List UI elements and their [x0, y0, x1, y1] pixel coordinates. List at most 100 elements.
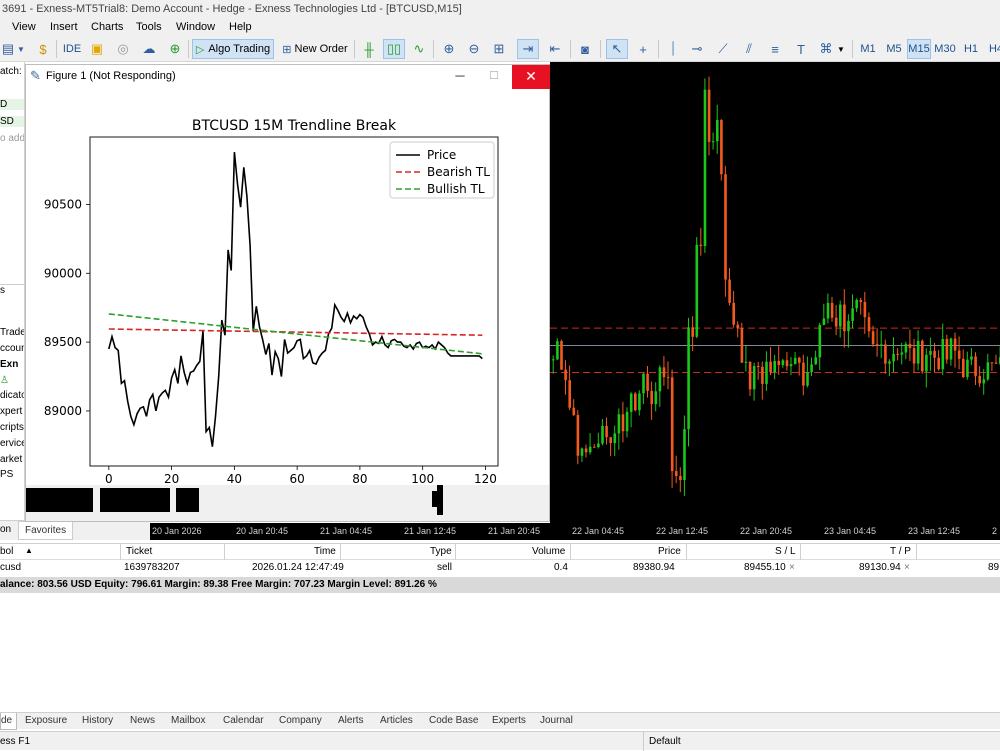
signals-icon[interactable]: ◎ — [114, 39, 132, 59]
navigator-tab-favorites[interactable]: Favorites — [18, 521, 74, 540]
nav-item[interactable]: Trade — [0, 327, 24, 338]
candle-body — [769, 361, 772, 373]
tab-exposure[interactable]: Exposure — [25, 715, 67, 726]
menu-view[interactable]: View — [12, 21, 36, 33]
timeframe-m5[interactable]: M5 — [883, 39, 905, 59]
horizontal-line-icon[interactable]: ⊸ — [688, 39, 706, 59]
minimize-icon[interactable]: ─ — [449, 65, 471, 89]
tab-calendar[interactable]: Calendar — [223, 715, 264, 726]
candle-body — [847, 320, 850, 332]
tile-windows-icon[interactable]: ⊞ — [490, 39, 508, 59]
candle-body — [687, 327, 690, 430]
timeframe-m15[interactable]: M15 — [907, 39, 931, 59]
close-icon[interactable]: ✕ — [512, 65, 550, 89]
candlestick-chart-icon[interactable]: ▯▯ — [383, 39, 405, 59]
tab-articles[interactable]: Articles — [380, 715, 413, 726]
col-symbol[interactable]: bol — [0, 546, 13, 557]
nav-item[interactable]: ervice — [0, 438, 24, 449]
col-ticket[interactable]: Ticket — [126, 546, 152, 557]
col-price[interactable]: Price — [658, 546, 681, 557]
shopping-bag-icon[interactable]: ▣ — [88, 39, 106, 59]
nav-item[interactable]: xpert — [0, 406, 22, 417]
chart-shift-icon[interactable]: ⇤ — [545, 39, 565, 59]
tab-experts[interactable]: Experts — [492, 715, 526, 726]
vps-icon[interactable]: ⊕ — [166, 39, 184, 59]
candle-body — [929, 350, 932, 355]
new-order-button[interactable]: ⊞ New Order — [280, 39, 350, 59]
menu-tools[interactable]: Tools — [136, 21, 162, 33]
maximize-icon[interactable]: ☐ — [483, 65, 505, 89]
vertical-line-icon[interactable]: ⏐ — [664, 39, 682, 59]
crosshair-icon[interactable]: + — [634, 39, 652, 59]
figure-titlebar[interactable]: ✎ Figure 1 (Not Responding) ─ ☐ ✕ — [26, 65, 550, 89]
nav-item[interactable]: ccoun — [0, 343, 24, 354]
col-type[interactable]: Type — [430, 546, 452, 557]
shapes-icon[interactable]: ⌘ — [816, 39, 836, 59]
zoom-out-icon[interactable]: ⊖ — [465, 39, 483, 59]
remove-sl-icon[interactable]: × — [789, 562, 795, 573]
timeframe-m30[interactable]: M30 — [932, 39, 958, 59]
zoom-in-icon[interactable]: ⊕ — [440, 39, 458, 59]
candle-body — [703, 89, 707, 247]
tab-company[interactable]: Company — [279, 715, 322, 726]
trendline-icon[interactable]: ⟋ — [714, 39, 732, 59]
menu-help[interactable]: Help — [229, 21, 252, 33]
line-chart-icon[interactable]: ∿ — [410, 39, 428, 59]
col-tp[interactable]: T / P — [890, 546, 911, 557]
tab-code-base[interactable]: Code Base — [429, 715, 478, 726]
tab-history[interactable]: History — [82, 715, 113, 726]
ide-button[interactable]: IDE — [62, 39, 82, 59]
tab-mailbox[interactable]: Mailbox — [171, 715, 205, 726]
x-tick-label: 40 — [227, 472, 242, 485]
menu-window[interactable]: Window — [176, 21, 215, 33]
fibonacci-icon[interactable]: ≡ — [766, 39, 784, 59]
candle-body — [748, 361, 752, 390]
auto-scroll-icon[interactable]: ⇥ — [517, 39, 539, 59]
tab-trade[interactable]: de — [0, 713, 18, 730]
timeframe-h4[interactable]: H4 — [986, 39, 1000, 59]
col-volume[interactable]: Volume — [532, 546, 565, 557]
candle-body — [945, 338, 949, 360]
time-axis-label: 21 Jan 12:45 — [404, 526, 457, 536]
menu-insert[interactable]: Insert — [50, 21, 78, 33]
nav-item[interactable]: arket — [0, 454, 22, 465]
text-tool-icon[interactable]: T — [792, 39, 810, 59]
nav-item[interactable]: PS — [0, 469, 13, 480]
market-watch-label: atch: 1 — [0, 66, 24, 77]
timeframe-h1[interactable]: H1 — [961, 39, 981, 59]
add-symbol-label[interactable]: o add — [0, 133, 24, 144]
cloud-icon[interactable]: ☁ — [140, 39, 158, 59]
tab-news[interactable]: News — [130, 715, 155, 726]
watch-row[interactable]: D — [0, 99, 24, 110]
cursor-icon[interactable]: ↖ — [606, 39, 628, 59]
watch-tab[interactable]: s — [0, 284, 24, 296]
col-sl[interactable]: S / L — [775, 546, 796, 557]
watch-row[interactable]: SD — [0, 116, 24, 127]
bar-chart-icon[interactable]: ╫ — [360, 39, 378, 59]
profiles-dropdown-icon[interactable]: ▼ — [16, 39, 26, 59]
figure-window[interactable]: ✎ Figure 1 (Not Responding) ─ ☐ ✕ BTCUSD… — [25, 64, 550, 522]
tab-alerts[interactable]: Alerts — [338, 715, 364, 726]
candle-body — [593, 446, 596, 448]
shapes-dropdown-icon[interactable]: ▼ — [836, 39, 846, 59]
tab-journal[interactable]: Journal — [540, 715, 573, 726]
algo-trading-button[interactable]: ▷ Algo Trading — [192, 39, 274, 59]
channel-icon[interactable]: ⫽ — [740, 39, 758, 59]
sort-asc-icon[interactable]: ▲ — [25, 546, 33, 555]
table-row[interactable]: cusd 1639783207 2026.01.24 12:47:49 sell… — [0, 560, 1000, 577]
remove-tp-icon[interactable]: × — [904, 562, 910, 573]
candle-body — [884, 344, 887, 364]
nav-item[interactable]: dicato — [0, 390, 24, 401]
wallet-icon[interactable]: $ — [34, 39, 52, 59]
timeframe-m1[interactable]: M1 — [858, 39, 878, 59]
profiles-icon[interactable]: ▤ — [0, 39, 16, 59]
col-time[interactable]: Time — [314, 546, 336, 557]
nav-item[interactable]: Exn — [0, 359, 18, 370]
candle-body — [752, 366, 756, 390]
terminal-tabs: de Exposure History News Mailbox Calenda… — [0, 712, 1000, 730]
menu-charts[interactable]: Charts — [91, 21, 123, 33]
screenshot-icon[interactable]: ◙ — [576, 39, 594, 59]
nav-item[interactable]: cripts — [0, 422, 24, 433]
price-chart[interactable] — [550, 62, 1000, 523]
navigator-tab-common[interactable]: on — [0, 524, 11, 535]
